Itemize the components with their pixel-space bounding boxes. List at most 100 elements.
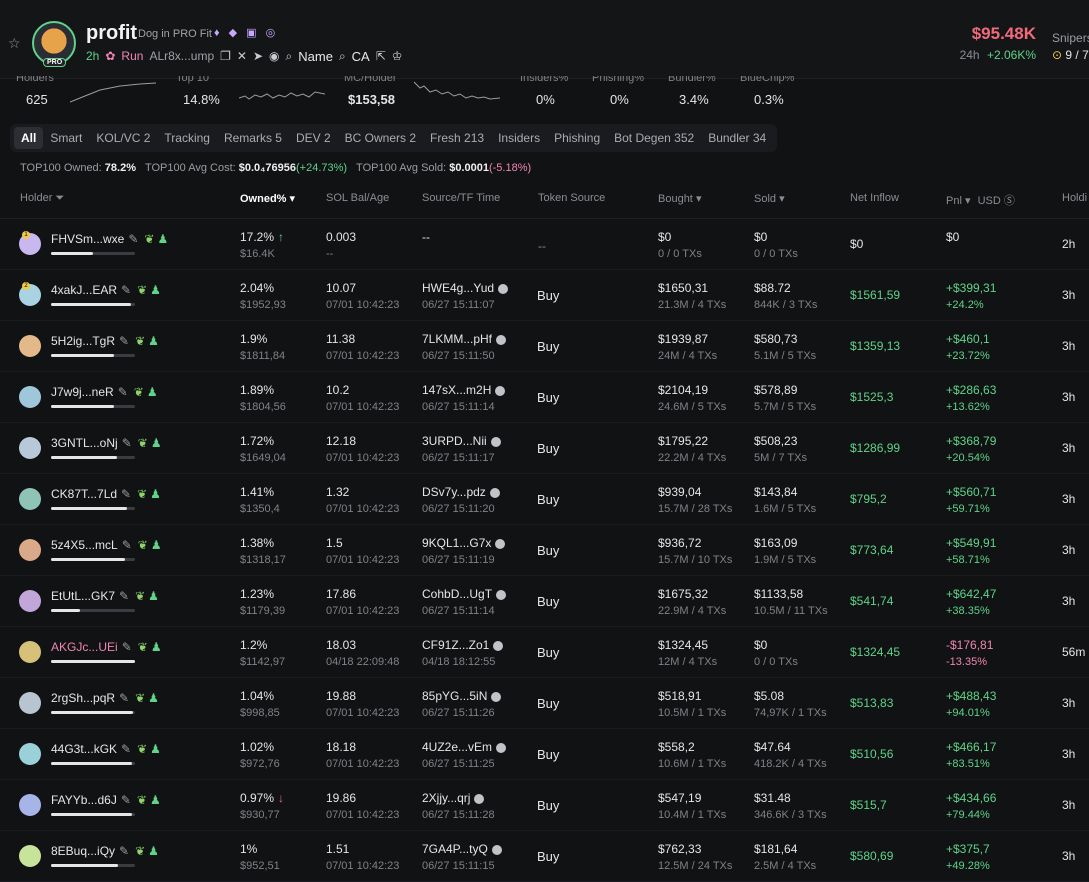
col-bought[interactable]: Bought ▾ [658,192,701,205]
edit-icon[interactable]: ✎ [119,334,129,348]
holder-address[interactable]: 4xakJ...EAR [51,283,117,297]
holder-address[interactable]: 2rgSh...pqR [51,691,115,705]
website-icon[interactable]: ◉ [269,49,279,63]
ca-search-button[interactable]: CA [352,49,370,64]
table-row[interactable]: 2 4xakJ...EAR ✎ ❦ ♟ 2.04% $1952,93 10.07 07/0… [0,270,1089,321]
edit-icon[interactable]: ✎ [118,385,128,399]
edit-icon[interactable]: ✎ [121,793,131,807]
holder-cell[interactable]: FAYYb...d6J ✎ ❦ ♟ [51,793,161,807]
avatar[interactable] [19,437,41,459]
edit-icon[interactable]: ✎ [119,589,129,603]
source-cell[interactable]: 147sX...m2H 06/27 15:11:14 [422,383,506,413]
col-sol[interactable]: SOL Bal/Age [326,192,389,204]
source-cell[interactable]: HWE4g...Yud 06/27 15:11:07 [422,281,509,311]
token-address[interactable]: ALr8x...ump [149,49,214,63]
tab-remarks[interactable]: Remarks 5 [217,127,289,149]
dollar-circle-icon[interactable]: Ⓢ [1004,195,1015,207]
source-address[interactable]: 7GA4P...tyQ [422,842,488,856]
edit-icon[interactable]: ✎ [119,844,129,858]
holder-cell[interactable]: J7w9j...neR ✎ ❦ ♟ [51,385,158,399]
avatar[interactable]: 2 [19,282,41,306]
source-address[interactable]: CohbD...UgT [422,587,492,601]
holder-address[interactable]: 3GNTL...oNj [51,436,118,450]
avatar[interactable] [19,335,41,357]
search-ca-icon[interactable]: ⌕ [339,49,346,64]
source-address[interactable]: 9KQL1...G7x [422,536,491,550]
holder-address[interactable]: EtUtL...GK7 [51,589,115,603]
table-row[interactable]: 1 FHVSm...wxe ✎ ❦ ♟ 17.2% ↑ $16.4K 0.003 -- --… [0,219,1089,270]
holder-address[interactable]: 5H2ig...TgR [51,334,115,348]
filter-icon[interactable]: ⏷ [55,192,64,204]
edit-icon[interactable]: ✎ [121,283,131,297]
edit-icon[interactable]: ✎ [121,742,131,756]
crown-icon[interactable]: ♔ [392,49,403,63]
avatar[interactable] [19,743,41,765]
edit-icon[interactable]: ✎ [128,232,138,246]
edit-icon[interactable]: ✎ [122,436,132,450]
holder-cell[interactable]: 5H2ig...TgR ✎ ❦ ♟ [51,334,159,348]
star-icon[interactable]: ☆ [8,36,22,50]
edit-icon[interactable]: ✎ [122,640,132,654]
avatar[interactable]: 1 [19,231,41,255]
tab-phishing[interactable]: Phishing [547,127,607,149]
source-cell[interactable]: 4UZ2e...vEm 06/27 15:11:25 [422,740,507,770]
holder-address[interactable]: FAYYb...d6J [51,793,117,807]
telegram-icon[interactable]: ➤ [253,49,263,63]
avatar[interactable] [19,794,41,816]
x-social-icon[interactable]: ✕ [237,49,247,63]
table-row[interactable]: CK87T...7Ld ✎ ❦ ♟ 1.41% $1350,4 1.32 07/01 10… [0,474,1089,525]
holder-address[interactable]: 8EBuq...iQy [51,844,115,858]
tab-tracking[interactable]: Tracking [157,127,217,149]
col-owned[interactable]: Owned% ▾ [240,192,295,205]
share-icon[interactable]: ⇱ [376,49,386,63]
source-address[interactable]: 147sX...m2H [422,383,491,397]
tab-fresh[interactable]: Fresh 213 [423,127,491,149]
usd-toggle[interactable]: USD [978,195,1001,207]
col-source[interactable]: Source/TF Time [422,192,500,204]
table-row[interactable]: 3GNTL...oNj ✎ ❦ ♟ 1.72% $1649,04 12.18 07/01 … [0,423,1089,474]
tab-all[interactable]: All [14,127,44,149]
source-cell[interactable]: 85pYG...5iN 06/27 15:11:26 [422,689,502,719]
holder-address[interactable]: J7w9j...neR [51,385,114,399]
tab-bundler[interactable]: Bundler 34 [701,127,773,149]
table-row[interactable]: 2rgSh...pqR ✎ ❦ ♟ 1.04% $998,85 19.88 07/01 1… [0,678,1089,729]
holder-cell[interactable]: AKGJc...UEi ✎ ❦ ♟ [51,640,162,654]
table-row[interactable]: 5z4X5...mcL ✎ ❦ ♟ 1.38% $1318,17 1.5 07/01 10… [0,525,1089,576]
avatar[interactable] [19,386,41,408]
avatar[interactable] [19,488,41,510]
source-address[interactable]: 2Xjjy...qrj [422,791,470,805]
source-cell[interactable]: 9KQL1...G7x 06/27 15:11:19 [422,536,506,566]
copy-icon[interactable]: ❐ [220,49,231,63]
col-holder[interactable]: Holder ⏷ [20,192,64,205]
avatar[interactable] [19,590,41,612]
tab-insiders[interactable]: Insiders [491,127,547,149]
table-row[interactable]: AKGJc...UEi ✎ ❦ ♟ 1.2% $1142,97 18.03 04/18 2… [0,627,1089,678]
holder-address[interactable]: 44G3t...kGK [51,742,117,756]
table-row[interactable]: J7w9j...neR ✎ ❦ ♟ 1.89% $1804,56 10.2 07/01 1… [0,372,1089,423]
tab-kol-vc[interactable]: KOL/VC 2 [89,127,157,149]
source-address[interactable]: 3URPD...Nii [422,434,487,448]
source-cell[interactable]: -- [422,230,430,248]
name-search-button[interactable]: Name [298,49,333,64]
source-address[interactable]: 7LKMM...pHf [422,332,492,346]
source-address[interactable]: 4UZ2e...vEm [422,740,492,754]
col-net-inflow[interactable]: Net Inflow [850,192,899,204]
tab-dev[interactable]: DEV 2 [289,127,338,149]
holder-cell[interactable]: 2rgSh...pqR ✎ ❦ ♟ [51,691,159,705]
source-cell[interactable]: CohbD...UgT 06/27 15:11:14 [422,587,507,617]
holder-cell[interactable]: EtUtL...GK7 ✎ ❦ ♟ [51,589,159,603]
tab-bc[interactable]: BC Owners 2 [338,127,423,149]
source-cell[interactable]: 2Xjjy...qrj 06/27 15:11:28 [422,791,495,821]
table-row[interactable]: FAYYb...d6J ✎ ❦ ♟ 0.97% ↓ $930,77 19.86 07/01 … [0,780,1089,831]
source-address[interactable]: -- [422,230,430,244]
holder-cell[interactable]: 44G3t...kGK ✎ ❦ ♟ [51,742,161,756]
avatar[interactable] [19,641,41,663]
holder-address[interactable]: FHVSm...wxe [51,232,124,246]
col-pnl[interactable]: Pnl ▾ USD Ⓢ [946,192,1015,208]
table-row[interactable]: 44G3t...kGK ✎ ❦ ♟ 1.02% $972,76 18.18 07/01 1… [0,729,1089,780]
holder-address[interactable]: CK87T...7Ld [51,487,117,501]
source-cell[interactable]: 3URPD...Nii 06/27 15:11:17 [422,434,501,464]
source-cell[interactable]: 7GA4P...tyQ 06/27 15:11:15 [422,842,502,872]
holder-cell[interactable]: CK87T...7Ld ✎ ❦ ♟ [51,487,161,501]
avatar[interactable] [19,845,41,867]
